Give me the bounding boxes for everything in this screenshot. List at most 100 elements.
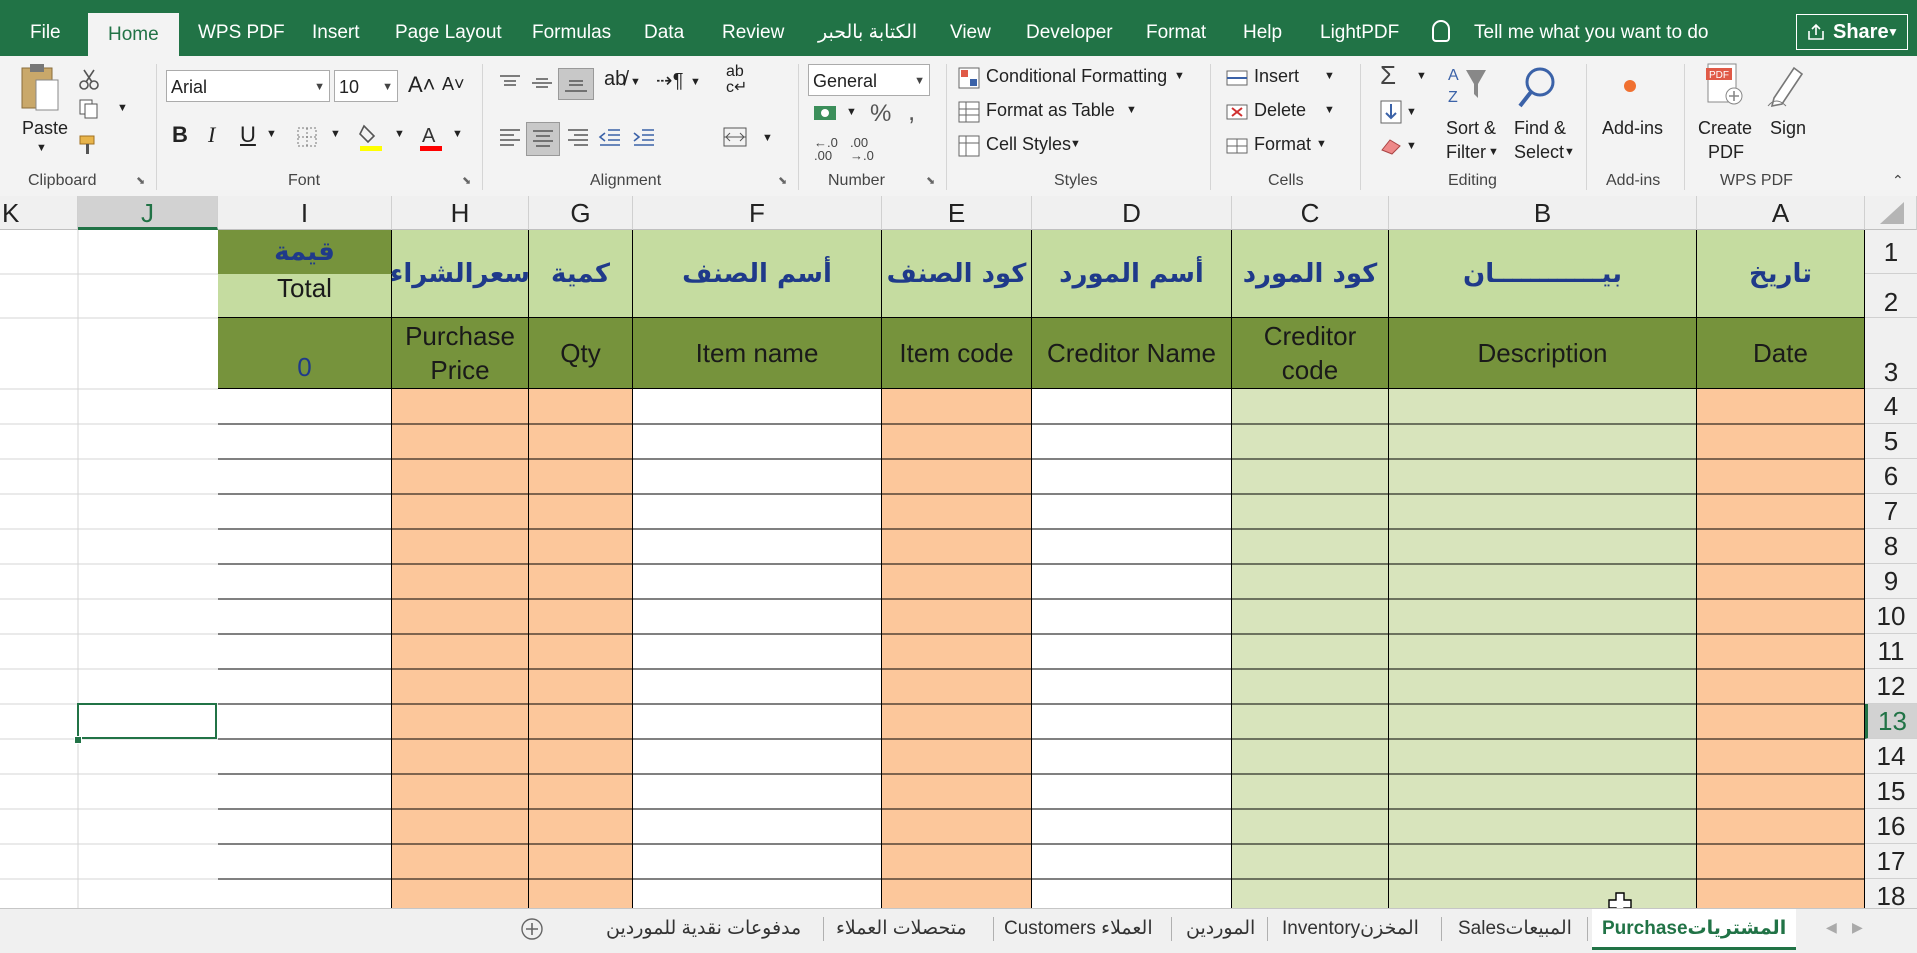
find-select-icon[interactable] bbox=[1514, 64, 1560, 112]
tab-home[interactable]: Home bbox=[88, 13, 179, 56]
chevron-down-icon[interactable]: ▼ bbox=[1406, 106, 1417, 118]
sheet-tab-customer-receipts[interactable]: متحصلات العملاء bbox=[836, 909, 967, 949]
tab-lightpdf[interactable]: LightPDF bbox=[1320, 0, 1399, 56]
dialog-launcher-icon[interactable]: ⬊ bbox=[926, 174, 935, 187]
sort-filter-label-2[interactable]: Filter bbox=[1446, 142, 1486, 163]
header-item-name[interactable]: Item name bbox=[633, 318, 882, 389]
align-left-icon[interactable] bbox=[498, 128, 522, 148]
total-value[interactable]: 0 bbox=[218, 318, 392, 389]
increase-font-icon[interactable]: A˄ bbox=[408, 72, 436, 98]
sheet-tab-sales[interactable]: Salesالمبيعات bbox=[1458, 909, 1572, 949]
row-header-16[interactable]: 16 bbox=[1865, 809, 1917, 844]
chevron-down-icon[interactable]: ▼ bbox=[1488, 146, 1499, 158]
chevron-down-icon[interactable]: ▼ bbox=[1406, 140, 1417, 152]
header-purchase-price-ar[interactable]: سعرالشراء bbox=[390, 230, 530, 318]
eraser-icon[interactable] bbox=[1380, 136, 1402, 156]
row-header-15[interactable]: 15 bbox=[1865, 774, 1917, 809]
header-description-ar[interactable]: بيــــــــــــان bbox=[1389, 230, 1697, 318]
row-header-14[interactable]: 14 bbox=[1865, 739, 1917, 774]
decrease-font-icon[interactable]: A˅ bbox=[442, 74, 465, 95]
align-bottom-button[interactable] bbox=[558, 68, 594, 100]
fill-handle[interactable] bbox=[74, 736, 82, 744]
underline-button[interactable]: U bbox=[240, 122, 256, 148]
tab-review[interactable]: Review bbox=[722, 0, 784, 56]
column-header-a[interactable]: A bbox=[1697, 196, 1865, 230]
font-size-select[interactable]: 10 ▼ bbox=[334, 70, 398, 102]
scissors-icon[interactable] bbox=[78, 68, 100, 90]
sort-filter-icon[interactable]: AZ bbox=[1446, 64, 1492, 108]
chevron-down-icon[interactable]: ▼ bbox=[846, 106, 857, 118]
row-header-2[interactable]: 2 bbox=[1865, 274, 1917, 318]
align-center-button[interactable] bbox=[526, 122, 560, 156]
header-creditor-code-ar[interactable]: كود المورد bbox=[1232, 230, 1389, 318]
tab-wps-pdf[interactable]: WPS PDF bbox=[198, 0, 285, 56]
chevron-down-icon[interactable]: ▼ bbox=[330, 128, 341, 140]
fill-icon[interactable] bbox=[1380, 100, 1402, 124]
column-header-b[interactable]: B bbox=[1389, 196, 1697, 230]
header-item-code[interactable]: Item code bbox=[882, 318, 1032, 389]
dialog-launcher-icon[interactable]: ⬊ bbox=[136, 174, 145, 187]
column-header-i[interactable]: I bbox=[218, 196, 392, 230]
sign-label[interactable]: Sign bbox=[1770, 118, 1806, 139]
row-header-7[interactable]: 7 bbox=[1865, 494, 1917, 529]
header-creditor-code[interactable]: Creditor code bbox=[1232, 318, 1389, 389]
row-header-3[interactable]: 3 bbox=[1865, 318, 1917, 389]
comma-style-icon[interactable]: , bbox=[908, 96, 915, 127]
sheet-tab-supplier-payments[interactable]: مدفوعات نقدية للموردين bbox=[606, 909, 801, 949]
header-creditor-name-ar[interactable]: أسم المورد bbox=[1032, 230, 1232, 318]
chevron-down-icon[interactable]: ▼ bbox=[690, 76, 701, 88]
find-select-label-1[interactable]: Find & bbox=[1514, 118, 1566, 139]
accounting-format-icon[interactable] bbox=[812, 102, 842, 124]
create-pdf-label-1[interactable]: Create bbox=[1698, 118, 1752, 139]
row-header-6[interactable]: 6 bbox=[1865, 459, 1917, 494]
tab-data[interactable]: Data bbox=[644, 0, 684, 56]
tab-view[interactable]: View bbox=[950, 0, 991, 56]
scroll-tabs-left-icon[interactable]: ◀ bbox=[1826, 919, 1837, 936]
header-item-code-ar[interactable]: كود الصنف bbox=[882, 230, 1032, 318]
row-header-13[interactable]: 13 bbox=[1865, 704, 1917, 739]
bold-button[interactable]: B bbox=[172, 122, 188, 148]
align-middle-icon[interactable] bbox=[530, 74, 554, 92]
column-header-d[interactable]: D bbox=[1032, 196, 1232, 230]
align-top-icon[interactable] bbox=[498, 74, 522, 92]
column-header-j[interactable]: J bbox=[78, 196, 218, 230]
row-header-4[interactable]: 4 bbox=[1865, 389, 1917, 424]
increase-decimal-icon[interactable]: ←.0.00 bbox=[814, 136, 838, 162]
tab-file[interactable]: File bbox=[30, 0, 61, 56]
italic-button[interactable]: I bbox=[208, 122, 215, 148]
tab-developer[interactable]: Developer bbox=[1026, 0, 1113, 56]
header-date[interactable]: Date bbox=[1697, 318, 1865, 389]
row-header-12[interactable]: 12 bbox=[1865, 669, 1917, 704]
chevron-down-icon[interactable]: ▼ bbox=[394, 128, 405, 140]
header-purchase-price[interactable]: Purchase Price bbox=[392, 318, 529, 389]
header-date-ar[interactable]: تاريخ bbox=[1697, 230, 1865, 318]
percent-style-icon[interactable]: % bbox=[870, 100, 891, 128]
worksheet-grid[interactable]: K J I H G F E D C B A 1 2 3 4 5 6 7 8 9 … bbox=[0, 196, 1917, 908]
row-header-17[interactable]: 17 bbox=[1865, 844, 1917, 879]
borders-icon[interactable] bbox=[296, 126, 318, 148]
row-header-9[interactable]: 9 bbox=[1865, 564, 1917, 599]
tab-help[interactable]: Help bbox=[1243, 0, 1282, 56]
sheet-tab-suppliers[interactable]: الموردين bbox=[1186, 909, 1255, 949]
chevron-down-icon[interactable]: ▼ bbox=[1416, 70, 1427, 82]
wrap-text-icon[interactable]: ab c↵ bbox=[726, 64, 747, 96]
row-header-8[interactable]: 8 bbox=[1865, 529, 1917, 564]
find-select-label-2[interactable]: Select bbox=[1514, 142, 1564, 163]
header-creditor-name[interactable]: Creditor Name bbox=[1032, 318, 1232, 389]
column-header-f[interactable]: F bbox=[633, 196, 882, 230]
delete-cells-button[interactable]: Delete ▼ bbox=[1226, 98, 1336, 126]
chevron-down-icon[interactable]: ▼ bbox=[117, 102, 128, 114]
text-direction-icon[interactable]: ⇢¶ bbox=[656, 68, 684, 93]
create-pdf-label-2[interactable]: PDF bbox=[1708, 142, 1744, 163]
font-color-icon[interactable]: A bbox=[418, 122, 444, 152]
chevron-down-icon[interactable]: ▼ bbox=[452, 128, 463, 140]
header-description[interactable]: Description bbox=[1389, 318, 1697, 389]
add-ins-label[interactable]: Add-ins bbox=[1602, 118, 1663, 139]
sign-icon[interactable] bbox=[1766, 62, 1806, 108]
select-all-button[interactable] bbox=[1865, 196, 1917, 230]
tab-format[interactable]: Format bbox=[1146, 0, 1206, 56]
chevron-down-icon[interactable]: ▼ bbox=[630, 76, 641, 88]
align-right-icon[interactable] bbox=[566, 128, 590, 148]
chevron-down-icon[interactable]: ▼ bbox=[266, 128, 277, 140]
column-header-k[interactable]: K bbox=[0, 196, 78, 230]
